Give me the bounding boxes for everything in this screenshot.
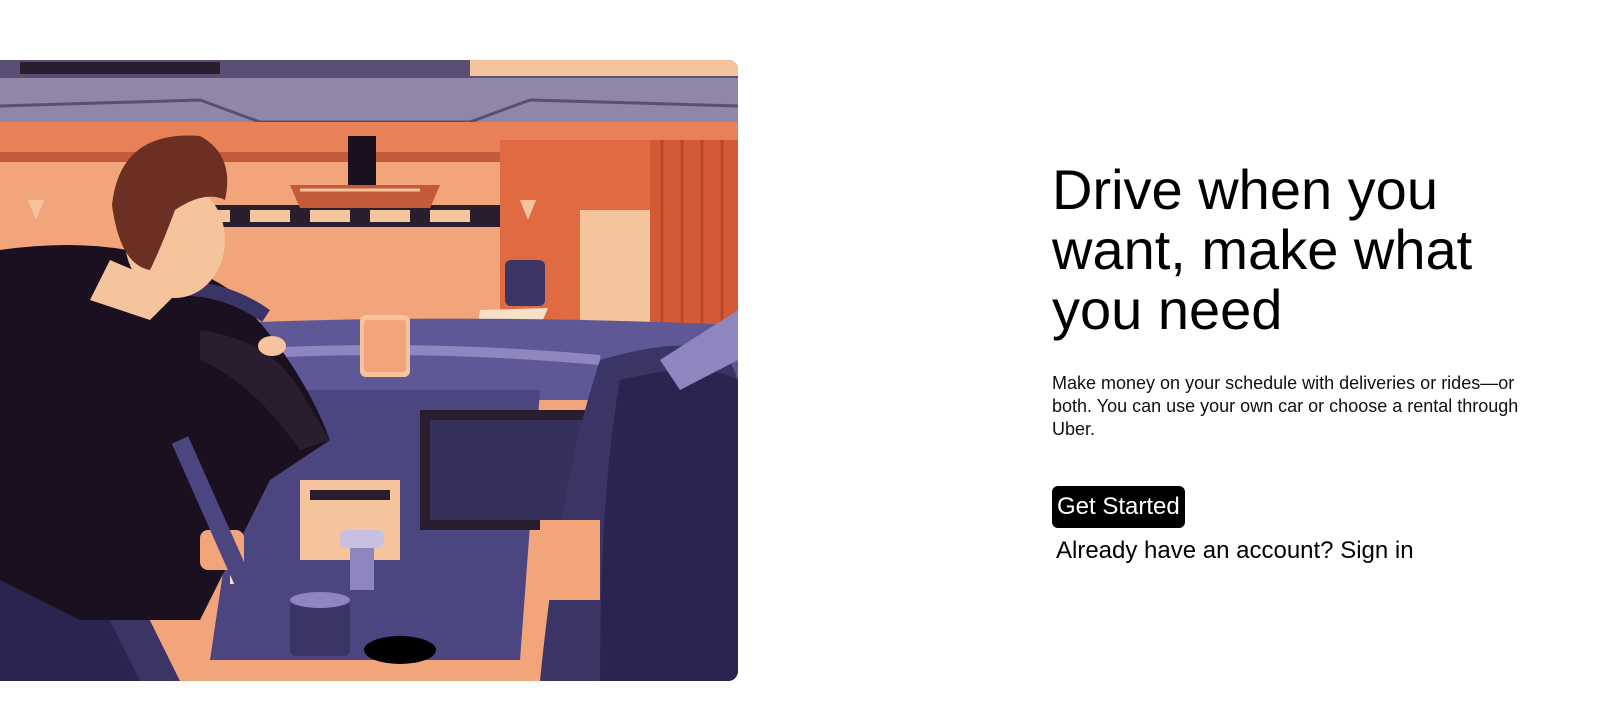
signin-link[interactable]: Sign in: [1340, 537, 1413, 564]
driver-illustration: [0, 60, 738, 681]
hero-illustration: [0, 60, 738, 681]
signin-row: Already have an account? Sign in: [1056, 536, 1552, 566]
hero-description: Make money on your schedule with deliver…: [1052, 373, 1519, 439]
hero-content: Drive when you want, make what you need …: [1052, 160, 1552, 566]
signin-prompt: Already have an account?: [1056, 537, 1334, 564]
get-started-button[interactable]: Get Started: [1052, 486, 1185, 528]
hero-headline: Drive when you want, make what you need: [1052, 158, 1473, 341]
